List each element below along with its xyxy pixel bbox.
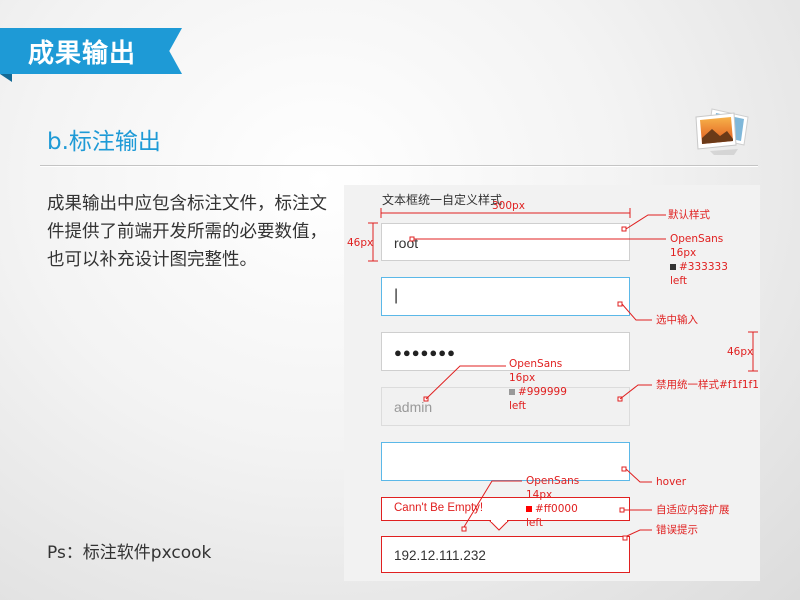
auto-expand-label: 自适应内容扩展 <box>656 504 730 516</box>
font-error-name: OpenSans <box>526 475 580 487</box>
font-error-color: #ff0000 <box>535 503 578 515</box>
color-swatch-ff0000 <box>526 506 532 512</box>
color-swatch-999999 <box>509 389 515 395</box>
font-error-size: 14px <box>526 489 553 501</box>
font-default-color: #333333 <box>679 261 728 273</box>
font-error-align: left <box>526 517 544 529</box>
font-error-color-row: #ff0000 <box>526 502 579 516</box>
height-right-label: 46px <box>727 346 754 358</box>
hover-label: hover <box>656 476 687 488</box>
error-tip-label: 错误提示 <box>656 524 698 536</box>
font-disabled-color-row: #999999 <box>509 385 567 399</box>
font-disabled-size: 16px <box>509 372 536 384</box>
font-default-color-row: #333333 <box>670 260 728 274</box>
color-swatch-333333 <box>670 264 676 270</box>
font-default-align: left <box>670 275 688 287</box>
height-left-label: 46px <box>347 237 374 249</box>
font-default-size: 16px <box>670 247 697 259</box>
font-disabled-name: OpenSans <box>509 358 563 370</box>
font-error-spec: OpenSans 14px #ff0000 left <box>526 474 579 530</box>
font-disabled-align: left <box>509 400 527 412</box>
disabled-style-label: 禁用统一样式#f1f1f1 <box>656 379 759 391</box>
width-label: 300px <box>492 200 525 212</box>
focus-input-label: 选中输入 <box>656 314 698 326</box>
font-default-name: OpenSans <box>670 233 724 245</box>
font-disabled-spec: OpenSans 16px #999999 left <box>509 357 567 413</box>
default-style-label: 默认样式 <box>668 209 710 221</box>
font-default-spec: OpenSans 16px #333333 left <box>670 232 728 288</box>
font-disabled-color: #999999 <box>518 386 567 398</box>
